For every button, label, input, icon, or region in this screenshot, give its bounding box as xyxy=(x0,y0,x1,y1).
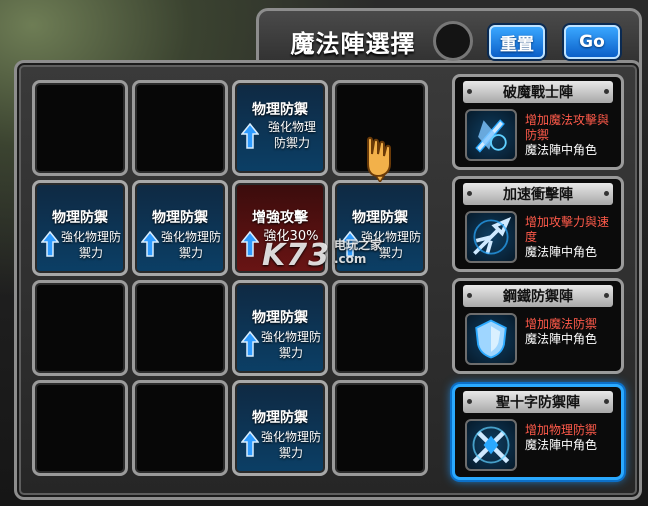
empty-grid-slot[interactable] xyxy=(332,280,428,376)
pointing-hand-icon xyxy=(367,136,391,182)
page-title: 魔法陣選擇 xyxy=(290,29,416,58)
empty-grid-slot[interactable] xyxy=(332,380,428,476)
grid-slot[interactable]: 物理防禦強化物理防禦力 xyxy=(232,280,328,376)
formation-name: 鋼鐵防禦陣 xyxy=(463,285,613,307)
watermark-site-line2: .com xyxy=(334,252,367,266)
formation-effect: 增加攻擊力與速度 xyxy=(525,215,610,244)
cross-shield-icon xyxy=(465,419,517,471)
empty-grid-slot[interactable] xyxy=(32,280,128,376)
grid-slot[interactable]: 物理防禦強化物理防禦力 xyxy=(132,180,228,276)
formation-description: 增加魔法攻擊與防禦 魔法陣中角色 xyxy=(525,113,617,158)
formation-effect: 增加魔法防禦 xyxy=(525,317,598,331)
slot-name: 物理防禦 xyxy=(152,210,208,226)
arrow-up-icon xyxy=(241,231,259,257)
slot-effect: 強化物理防禦力 xyxy=(61,230,122,260)
slot-name: 物理防禦 xyxy=(252,102,308,118)
empty-grid-slot[interactable] xyxy=(132,380,228,476)
slot-effect: 強化物理防禦力 xyxy=(261,330,322,360)
reset-button[interactable]: 重置 xyxy=(489,25,545,59)
formation-effect: 增加物理防禦 xyxy=(525,423,598,437)
formation-target: 魔法陣中角色 xyxy=(525,332,598,346)
empty-grid-slot[interactable] xyxy=(32,80,128,176)
formation-card[interactable]: 鋼鐵防禦陣增加魔法防禦 魔法陣中角色 xyxy=(452,278,624,374)
shield-icon xyxy=(465,313,517,365)
go-button[interactable]: Go xyxy=(564,25,620,59)
empty-grid-slot[interactable] xyxy=(32,380,128,476)
grid-slot[interactable]: 物理防禦強化物理防禦力 xyxy=(232,80,328,176)
formation-name: 聖十字防禦陣 xyxy=(463,391,613,413)
arrow-burst-icon xyxy=(465,211,517,263)
slot-name: 物理防禦 xyxy=(352,210,408,226)
formation-target: 魔法陣中角色 xyxy=(525,438,598,452)
formation-description: 增加攻擊力與速度 魔法陣中角色 xyxy=(525,215,617,260)
formation-target: 魔法陣中角色 xyxy=(525,245,598,259)
arrow-up-icon xyxy=(241,431,259,457)
formation-card[interactable]: 破魔戰士陣增加魔法攻擊與防禦 魔法陣中角色 xyxy=(452,74,624,170)
arrow-up-icon xyxy=(41,231,59,257)
grid-slot[interactable]: 物理防禦強化物理防禦力 xyxy=(232,380,328,476)
formation-target: 魔法陣中角色 xyxy=(525,143,598,157)
watermark: K73 电玩之家 .com xyxy=(262,238,382,273)
formation-description: 增加魔法防禦 魔法陣中角色 xyxy=(525,317,617,347)
slot-effect: 強化物理防禦力 xyxy=(261,430,322,460)
formation-card[interactable]: 加速衝擊陣增加攻擊力與速度 魔法陣中角色 xyxy=(452,176,624,272)
formation-description: 增加物理防禦 魔法陣中角色 xyxy=(525,423,617,453)
grid-slot[interactable]: 物理防禦強化物理防禦力 xyxy=(32,180,128,276)
sword-shield-icon xyxy=(465,109,517,161)
formation-name: 加速衝擊陣 xyxy=(463,183,613,205)
watermark-logo: K73 xyxy=(262,238,330,273)
slot-effect: 強化物理防禦力 xyxy=(267,120,316,150)
arrow-up-icon xyxy=(241,123,259,149)
empty-grid-slot[interactable] xyxy=(132,280,228,376)
arrow-up-icon xyxy=(241,331,259,357)
formation-name: 破魔戰士陣 xyxy=(463,81,613,103)
formation-card[interactable]: 聖十字防禦陣增加物理防禦 魔法陣中角色 xyxy=(452,384,624,480)
slot-effect: 強化物理防禦力 xyxy=(161,230,222,260)
slot-name: 增強攻擊 xyxy=(252,210,308,226)
arrow-up-icon xyxy=(141,231,159,257)
slot-name: 物理防禦 xyxy=(252,410,308,426)
formation-effect: 增加魔法攻擊與防禦 xyxy=(525,113,610,142)
empty-grid-slot[interactable] xyxy=(132,80,228,176)
emblem-slot xyxy=(433,21,473,61)
slot-name: 物理防禦 xyxy=(52,210,108,226)
watermark-site-line1: 电玩之家 xyxy=(334,238,383,252)
slot-name: 物理防禦 xyxy=(252,310,308,326)
